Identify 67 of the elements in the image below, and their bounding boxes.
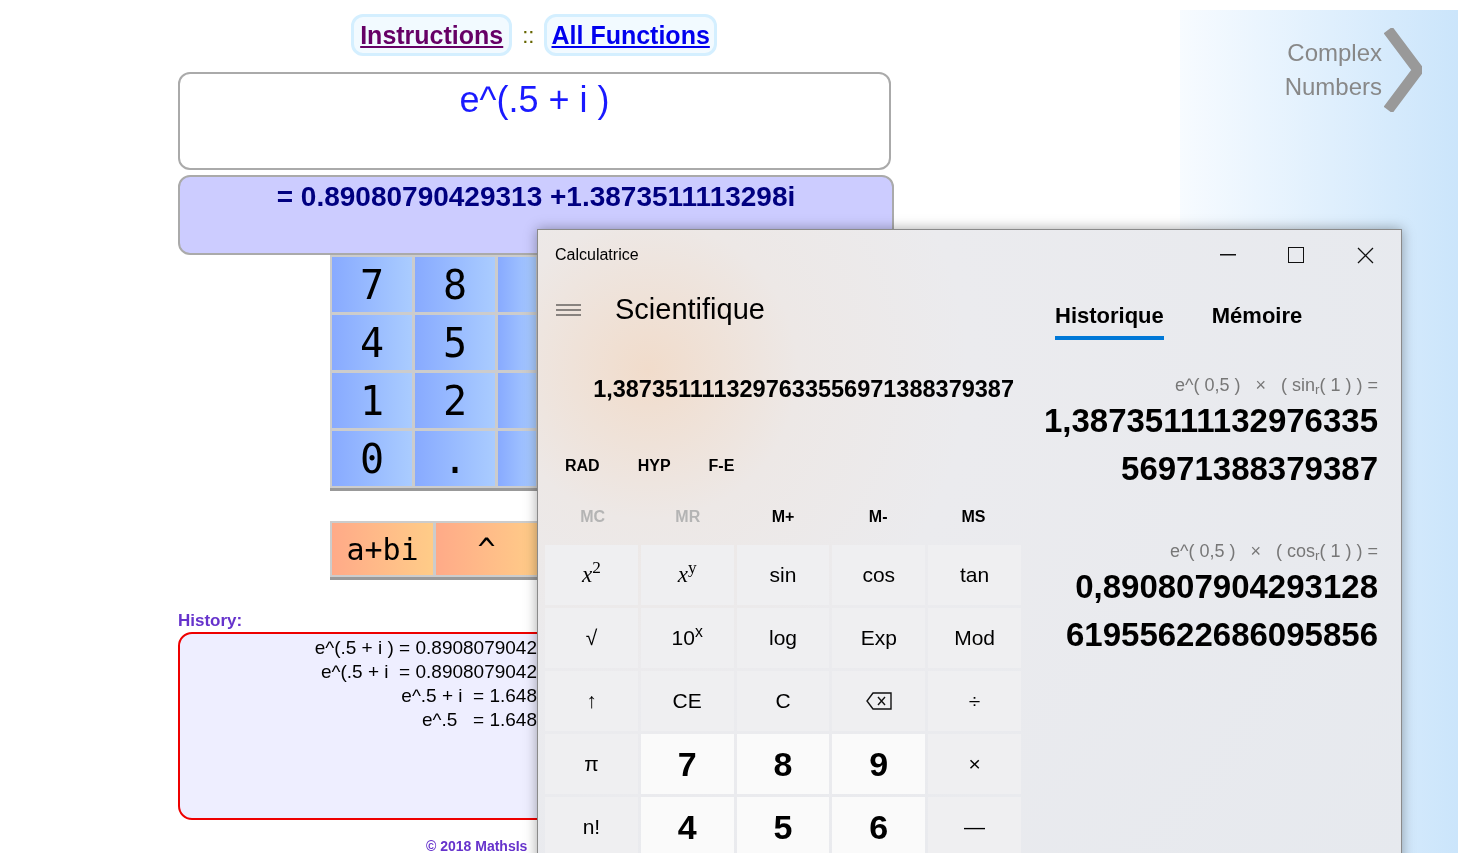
calculator-key[interactable]: × xyxy=(928,734,1021,794)
keypad-key[interactable]: . xyxy=(415,431,495,486)
minimize-icon[interactable] xyxy=(1220,254,1236,256)
calculator-key[interactable]: sin xyxy=(736,545,830,605)
history-entry: e^.5 + i = 1.648 xyxy=(401,684,537,708)
history-expression: e^( 0,5 ) × ( sin$_{r}$( 1 ) ) = xyxy=(1175,374,1378,397)
calculator-key[interactable]: 6 xyxy=(832,797,926,853)
operator-key[interactable]: a+bi xyxy=(332,523,433,575)
calculator-key[interactable]: C xyxy=(736,671,830,731)
calculator-key[interactable]: 4 xyxy=(640,797,734,853)
calculator-key[interactable]: 5 xyxy=(736,797,830,853)
panel-tab[interactable]: Mémoire xyxy=(1211,302,1303,340)
maximize-icon[interactable] xyxy=(1288,247,1304,263)
calculator-key[interactable]: CE xyxy=(640,671,734,731)
mode-title: Scientifique xyxy=(615,292,765,328)
calculator-key[interactable]: Exp xyxy=(832,608,926,668)
calculator-key[interactable]: x$^{2}$ xyxy=(545,545,638,605)
memory-button[interactable]: M- xyxy=(830,492,926,542)
keypad-key[interactable]: 5 xyxy=(415,315,495,370)
calculator-key[interactable]: ÷ xyxy=(928,671,1021,731)
history-result: 56971388379387 xyxy=(1121,449,1378,489)
nav-link[interactable]: All Functions xyxy=(544,14,717,56)
mode-toggle[interactable]: F-E xyxy=(708,454,735,478)
calculator-key[interactable]: Mod xyxy=(928,608,1021,668)
keypad-key[interactable]: 8 xyxy=(415,257,495,312)
calculator-key[interactable]: log xyxy=(736,608,830,668)
calculator-key[interactable]: π xyxy=(545,734,638,794)
nav-link[interactable]: Instructions xyxy=(351,14,513,56)
memory-button[interactable]: M+ xyxy=(735,492,831,542)
keypad-key[interactable]: 4 xyxy=(332,315,412,370)
close-icon[interactable] xyxy=(1357,246,1374,264)
calculator-key[interactable]: 7 xyxy=(640,734,734,794)
panel-tab[interactable]: Historique xyxy=(1055,302,1164,340)
backspace-icon xyxy=(865,692,892,710)
history-expression: e^( 0,5 ) × ( cos$_{r}$( 1 ) ) = xyxy=(1170,540,1378,563)
calculator-key[interactable]: cos xyxy=(832,545,926,605)
memory-button[interactable]: MS xyxy=(925,492,1021,542)
history-entry: e^(.5 + i ) = 0.8908079042 xyxy=(314,636,537,660)
chevron-right-icon[interactable] xyxy=(1384,28,1422,112)
calculator-key[interactable]: 9 xyxy=(832,734,926,794)
operator-key[interactable]: ^ xyxy=(436,523,537,575)
mode-toggle[interactable]: RAD xyxy=(565,454,600,478)
history-entry: e^(.5 + i = 0.8908079042 xyxy=(321,660,537,684)
copyright-text: © 2018 MathsIs xyxy=(426,837,529,853)
history-result: 1,38735111132976335 xyxy=(1043,401,1378,441)
mode-toggle[interactable]: HYP xyxy=(637,454,671,478)
history-result: 0,890807904293128 xyxy=(1075,567,1378,607)
calculator-key[interactable]: n! xyxy=(545,797,638,853)
keypad-key[interactable]: 2 xyxy=(415,373,495,428)
history-entry: e^.5 = 1.648 xyxy=(421,708,537,732)
calculator-key[interactable]: tan xyxy=(928,545,1021,605)
calculator-key[interactable]: 10$^{x}$ xyxy=(640,608,734,668)
separator: :: xyxy=(522,21,535,50)
calculator-key[interactable]: √ xyxy=(545,608,638,668)
calculator-key[interactable]: — xyxy=(928,797,1021,853)
calculator-key[interactable]: x$^{y}$ xyxy=(640,545,734,605)
expression-field[interactable]: e^(.5 + i ) xyxy=(178,72,891,170)
display-value: 1,3873511113297633556971388379387 xyxy=(593,375,1014,405)
keypad-key[interactable]: 7 xyxy=(332,257,412,312)
keypad-key[interactable]: 0 xyxy=(332,431,412,486)
calculator-key[interactable]: ↑ xyxy=(545,671,638,731)
calculator-key[interactable]: 8 xyxy=(736,734,830,794)
menu-icon[interactable] xyxy=(556,304,581,316)
backspace-key[interactable] xyxy=(832,671,926,731)
keypad-key[interactable]: 1 xyxy=(332,373,412,428)
history-label: History: xyxy=(178,610,244,632)
history-result: 61955622686095856 xyxy=(1066,615,1378,655)
